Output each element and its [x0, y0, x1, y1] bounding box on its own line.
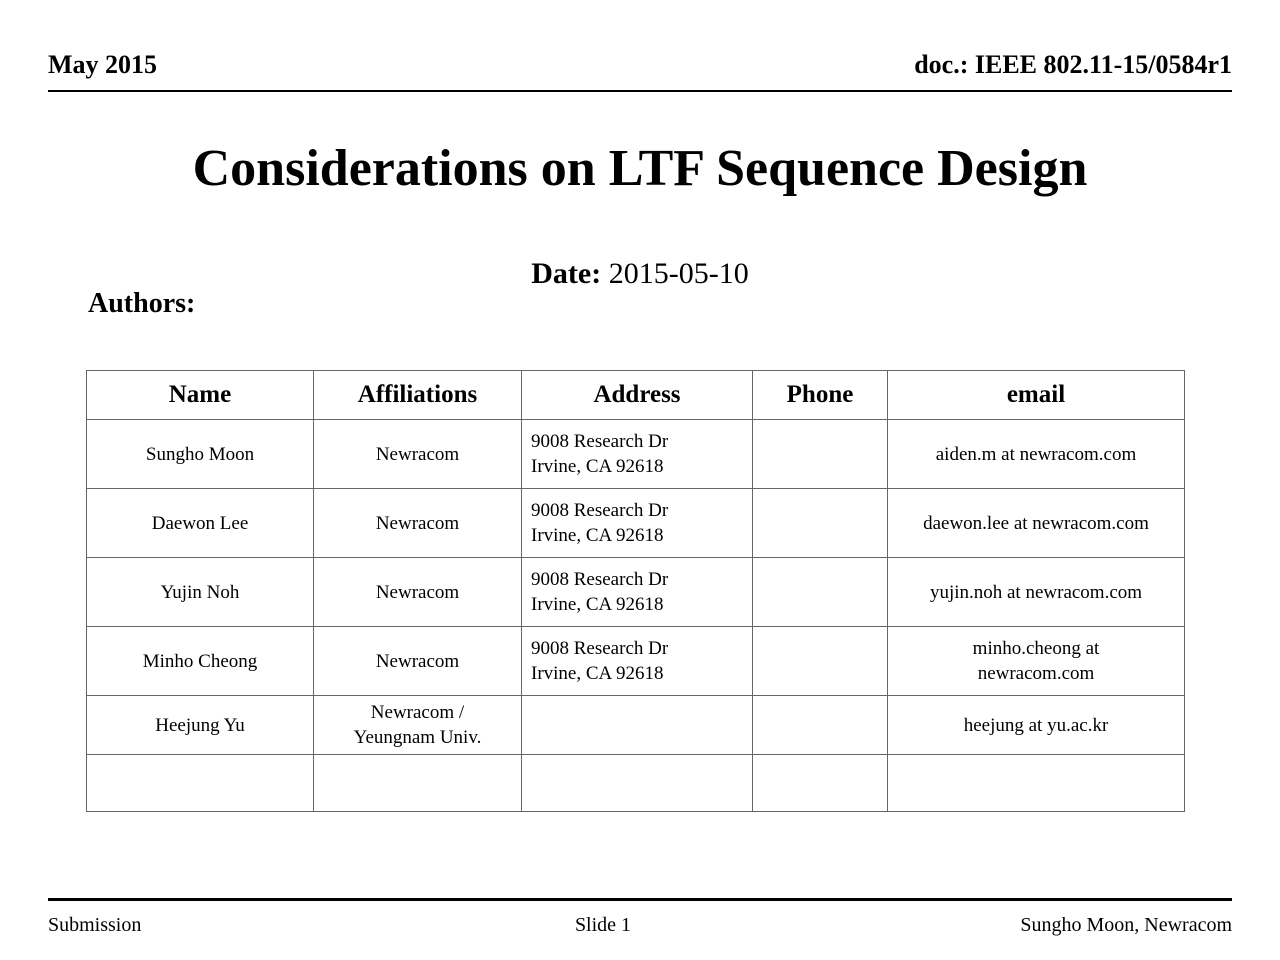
table-row: Yujin Noh Newracom 9008 Research Dr Irvi… [86, 557, 1185, 627]
cell-name: Minho Cheong [86, 626, 314, 696]
cell-address [521, 754, 753, 812]
table-header-row: Name Affiliations Address Phone email [86, 370, 1185, 420]
footer-slide-number: Slide 1 [574, 914, 632, 936]
email-line-1: yujin.noh at newracom.com [929, 581, 1143, 603]
email-line-1: daewon.lee at newracom.com [923, 512, 1149, 534]
cell-email: minho.cheong at newracom.com [887, 626, 1185, 696]
cell-affiliation: Newracom [313, 626, 522, 696]
column-header-email: email [887, 370, 1185, 420]
column-header-address: Address [521, 370, 753, 420]
cell-name [86, 754, 314, 812]
table-row [86, 754, 1185, 812]
column-header-phone: Phone [752, 370, 888, 420]
cell-affiliation: Newracom [313, 488, 522, 558]
cell-affiliation: Newracom [313, 557, 522, 627]
table-row: Sungho Moon Newracom 9008 Research Dr Ir… [86, 419, 1185, 489]
table-row: Minho Cheong Newracom 9008 Research Dr I… [86, 626, 1185, 696]
header-date: May 2015 [48, 50, 158, 79]
email-line-1: aiden.m at newracom.com [935, 443, 1137, 465]
date-label: Date: [531, 257, 602, 290]
affiliation-line-2: Yeungnam Univ. [353, 727, 482, 748]
cell-address: 9008 Research Dr Irvine, CA 92618 [521, 419, 753, 489]
header-document-number: doc.: IEEE 802.11-15/0584r1 [914, 50, 1232, 79]
column-header-name: Name [86, 370, 314, 420]
cell-phone [752, 488, 888, 558]
cell-name: Daewon Lee [86, 488, 314, 558]
cell-email: heejung at yu.ac.kr [887, 695, 1185, 755]
email-line-1: minho.cheong at [972, 638, 1100, 659]
email-line-2: newracom.com [977, 663, 1095, 684]
cell-address: 9008 Research Dr Irvine, CA 92618 [521, 626, 753, 696]
cell-phone [752, 754, 888, 812]
email-line-1: heejung at yu.ac.kr [963, 714, 1109, 736]
cell-address [521, 695, 753, 755]
cell-email: yujin.noh at newracom.com [887, 557, 1185, 627]
cell-email: daewon.lee at newracom.com [887, 488, 1185, 558]
address-line-1: 9008 Research Dr [531, 431, 669, 452]
cell-address: 9008 Research Dr Irvine, CA 92618 [521, 488, 753, 558]
authors-table: Name Affiliations Address Phone email Su… [86, 370, 1185, 812]
cell-name: Yujin Noh [86, 557, 314, 627]
cell-name: Sungho Moon [86, 419, 314, 489]
address-line-1: 9008 Research Dr [531, 569, 669, 590]
footer-submission-label: Submission [48, 914, 142, 936]
cell-email: aiden.m at newracom.com [887, 419, 1185, 489]
cell-phone [752, 419, 888, 489]
cell-affiliation: Newracom [313, 419, 522, 489]
address-line-2: Irvine, CA 92618 [531, 594, 664, 615]
cell-phone [752, 626, 888, 696]
cell-affiliation: Newracom / Yeungnam Univ. [313, 695, 522, 755]
authors-heading: Authors: [88, 288, 196, 319]
address-line-2: Irvine, CA 92618 [531, 663, 664, 684]
cell-phone [752, 557, 888, 627]
slide-footer: Submission Slide 1 Sungho Moon, Newracom [48, 898, 1232, 947]
column-header-affiliations: Affiliations [313, 370, 522, 420]
address-line-1: 9008 Research Dr [531, 638, 669, 659]
table-row: Daewon Lee Newracom 9008 Research Dr Irv… [86, 488, 1185, 558]
address-line-1: 9008 Research Dr [531, 500, 669, 521]
cell-email [887, 754, 1185, 812]
table-row: Heejung Yu Newracom / Yeungnam Univ. hee… [86, 695, 1185, 755]
cell-name: Heejung Yu [86, 695, 314, 755]
page-title: Considerations on LTF Sequence Design [192, 140, 1088, 197]
affiliation-line-1: Newracom / [370, 702, 465, 723]
cell-phone [752, 695, 888, 755]
address-line-2: Irvine, CA 92618 [531, 456, 664, 477]
address-line-2: Irvine, CA 92618 [531, 525, 664, 546]
date-value: 2015-05-10 [601, 257, 749, 290]
cell-address: 9008 Research Dr Irvine, CA 92618 [521, 557, 753, 627]
date-line: Date: 2015-05-10 [140, 254, 1140, 294]
slide-header: May 2015 doc.: IEEE 802.11-15/0584r1 [48, 48, 1232, 92]
cell-affiliation [313, 754, 522, 812]
footer-author-label: Sungho Moon, Newracom [1020, 914, 1232, 936]
